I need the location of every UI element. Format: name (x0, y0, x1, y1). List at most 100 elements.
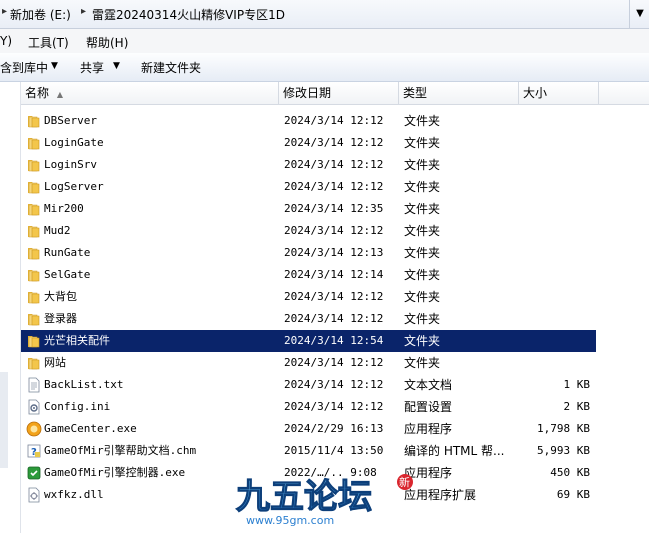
file-size: 450 KB (550, 466, 590, 479)
file-modified-date: 2024/3/14 12:12 (284, 378, 384, 391)
menu-bar: Y) 工具(T) 帮助(H) (0, 29, 649, 53)
navigation-pane[interactable] (0, 82, 21, 533)
help-file-icon: ? (26, 443, 42, 459)
file-modified-date: 2024/3/14 12:12 (284, 136, 384, 149)
file-row[interactable]: GameCenter.exe 2024/2/29 16:13 应用程序 1,798 K… (21, 418, 596, 440)
file-name: SelGate (44, 268, 91, 281)
file-name: GameCenter.exe (44, 422, 137, 435)
file-name: GameOfMir引擎控制器.exe (44, 466, 186, 479)
file-modified-date: 2024/3/14 12:12 (284, 400, 384, 413)
file-modified-date: 2024/3/14 12:12 (284, 312, 384, 325)
file-type: 应用程序 (404, 466, 453, 480)
folder-icon (26, 333, 42, 349)
file-type: 文件夹 (404, 180, 441, 194)
file-name: 网站 (44, 356, 66, 369)
column-header-name-label: 名称 (25, 86, 50, 100)
file-row[interactable]: wxfkz.dll 应用程序扩展 69 KB (21, 484, 596, 506)
file-modified-date: 2024/3/14 12:12 (284, 180, 384, 193)
file-name: 光芒相关配件 (44, 334, 110, 347)
address-bar[interactable]: ▸ 新加卷 (E:) ▸ 雷霆20240314火山精修VIP专区1D ▼ (0, 0, 649, 29)
folder-icon (26, 135, 42, 151)
file-size: 1 KB (563, 378, 591, 391)
file-row[interactable]: LoginSrv 2024/3/14 12:12 文件夹 (21, 154, 596, 176)
include-in-library-button[interactable]: 含到库中 (0, 59, 48, 76)
file-type: 文件夹 (404, 136, 441, 150)
file-row[interactable]: 光芒相关配件 2024/3/14 12:54 文件夹 (21, 330, 596, 352)
file-modified-date: 2024/3/14 12:35 (284, 202, 384, 215)
breadcrumb-folder[interactable]: 雷霆20240314火山精修VIP专区1D (92, 6, 285, 23)
file-modified-date: 2024/2/29 16:13 (284, 422, 384, 435)
menu-view[interactable]: Y) (0, 34, 12, 48)
file-row[interactable]: SelGate 2024/3/14 12:14 文件夹 (21, 264, 596, 286)
file-row[interactable]: LogServer 2024/3/14 12:12 文件夹 (21, 176, 596, 198)
file-size: 69 KB (556, 488, 590, 501)
file-name: 登录器 (44, 312, 77, 325)
file-modified-date: 2024/3/14 12:12 (284, 158, 384, 171)
file-name: LoginGate (44, 136, 104, 149)
folder-icon (26, 113, 42, 129)
file-row[interactable]: RunGate 2024/3/14 12:13 文件夹 (21, 242, 596, 264)
file-type: 文件夹 (404, 312, 441, 326)
file-name: RunGate (44, 246, 91, 259)
file-type: 文件夹 (404, 202, 441, 216)
share-button[interactable]: 共享 (80, 59, 104, 76)
file-type: 文件夹 (404, 158, 441, 172)
file-row[interactable]: 网站 2024/3/14 12:12 文件夹 (21, 352, 596, 374)
folder-icon (26, 267, 42, 283)
file-type: 编译的 HTML 帮... (404, 444, 505, 458)
menu-help[interactable]: 帮助(H) (86, 34, 128, 51)
file-row[interactable]: 大背包 2024/3/14 12:12 文件夹 (21, 286, 596, 308)
file-type: 文件夹 (404, 290, 441, 304)
folder-icon (26, 245, 42, 261)
column-header-date-label: 修改日期 (283, 86, 332, 100)
file-row[interactable]: Mud2 2024/3/14 12:12 文件夹 (21, 220, 596, 242)
folder-icon (26, 311, 42, 327)
file-type: 文件夹 (404, 268, 441, 282)
file-type: 文件夹 (404, 246, 441, 260)
file-type: 文本文档 (404, 378, 453, 392)
new-folder-button[interactable]: 新建文件夹 (141, 59, 201, 76)
file-size: 2 KB (563, 400, 591, 413)
folder-icon (26, 201, 42, 217)
file-name: DBServer (44, 114, 97, 127)
file-row[interactable]: GameOfMir引擎控制器.exe 2022/…/.. 9:08 应用程序 450 … (21, 462, 596, 484)
file-row[interactable]: LoginGate 2024/3/14 12:12 文件夹 (21, 132, 596, 154)
chevron-down-icon[interactable]: ▼ (51, 61, 58, 71)
address-dropdown-icon[interactable]: ▼ (629, 0, 649, 28)
column-header-type-label: 类型 (403, 86, 428, 100)
file-modified-date: 2024/3/14 12:12 (284, 224, 384, 237)
text-file-icon (26, 377, 42, 393)
chevron-right-icon: ▸ (2, 6, 8, 17)
chevron-right-icon[interactable]: ▸ (81, 6, 86, 17)
file-name: Mud2 (44, 224, 71, 237)
file-row[interactable]: Mir200 2024/3/14 12:35 文件夹 (21, 198, 596, 220)
file-row[interactable]: BackList.txt 2024/3/14 12:12 文本文档 1 KB (21, 374, 596, 396)
file-size: 5,993 KB (537, 444, 590, 457)
file-type: 应用程序 (404, 422, 453, 436)
file-modified-date: 2015/11/4 13:50 (284, 444, 384, 457)
sort-ascending-icon: ▲ (56, 90, 63, 99)
file-modified-date: 2024/3/14 12:14 (284, 268, 384, 281)
command-bar: 含到库中 ▼ 共享 ▼ 新建文件夹 (0, 53, 649, 82)
dll-file-icon (26, 487, 42, 503)
navigation-pane-scroll-track[interactable] (0, 372, 8, 468)
file-name: GameOfMir引擎帮助文档.chm (44, 444, 197, 457)
file-row[interactable]: 登录器 2024/3/14 12:12 文件夹 (21, 308, 596, 330)
file-row[interactable]: Config.ini 2024/3/14 12:12 配置设置 2 KB (21, 396, 596, 418)
folder-icon (26, 157, 42, 173)
file-modified-date: 2024/3/14 12:54 (284, 334, 384, 347)
folder-icon (26, 223, 42, 239)
file-type: 文件夹 (404, 334, 441, 348)
menu-tools[interactable]: 工具(T) (28, 34, 69, 51)
column-header-name[interactable]: 名称 ▲ (21, 82, 279, 104)
column-header-type[interactable]: 类型 (399, 82, 519, 104)
file-type: 文件夹 (404, 356, 441, 370)
breadcrumb-drive[interactable]: 新加卷 (E:) (10, 6, 71, 23)
file-row[interactable]: DBServer 2024/3/14 12:12 文件夹 (21, 110, 596, 132)
column-header-date[interactable]: 修改日期 (279, 82, 399, 104)
chevron-down-icon[interactable]: ▼ (113, 61, 120, 71)
file-row[interactable]: ? GameOfMir引擎帮助文档.chm 2015/11/4 13:50 编译的 H… (21, 440, 596, 462)
column-header-size[interactable]: 大小 (519, 82, 599, 104)
file-modified-date: 2024/3/14 12:12 (284, 290, 384, 303)
file-type: 应用程序扩展 (404, 488, 477, 502)
